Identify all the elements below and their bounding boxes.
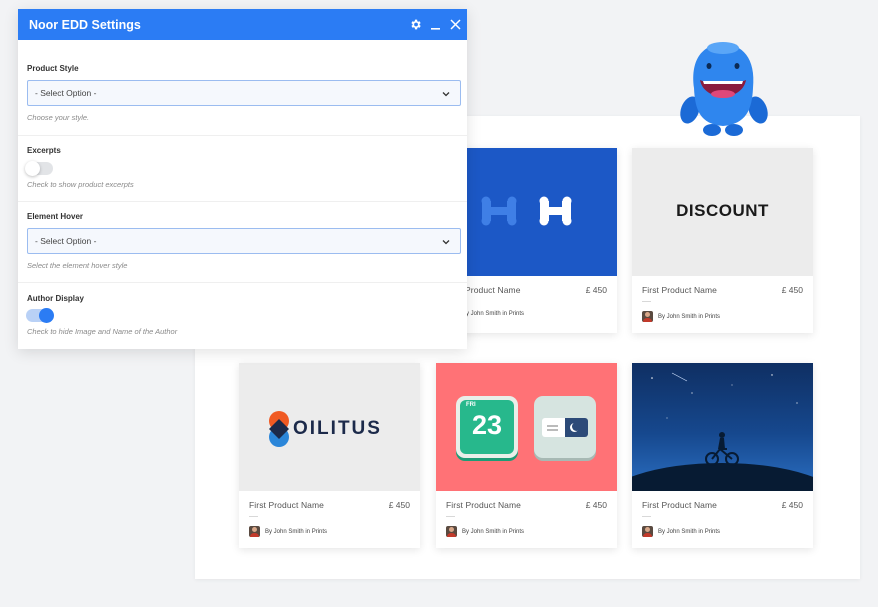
product-style-section: Product Style - Select Option - Choose y… (18, 40, 467, 136)
divider (642, 301, 651, 302)
author-display-section: Author Display Check to hide Image and N… (18, 283, 467, 349)
excerpts-toggle[interactable] (25, 161, 53, 176)
product-style-select-value: - Select Option - (35, 88, 97, 98)
product-card[interactable]: FRI 23 First Product Name £ 450 By John … (436, 363, 617, 548)
element-hover-select[interactable]: - Select Option - (27, 228, 461, 254)
author-display-label: Author Display (27, 294, 84, 303)
settings-titlebar[interactable]: Noor EDD Settings (18, 9, 467, 40)
product-style-select[interactable]: - Select Option - (27, 80, 461, 106)
product-card[interactable]: First Product Name £ 450 By John Smith i… (632, 363, 813, 548)
settings-title: Noor EDD Settings (29, 17, 141, 32)
product-price: £ 450 (585, 500, 607, 510)
product-author[interactable]: By John Smith in Prints (462, 529, 524, 535)
element-hover-help: Select the element hover style (27, 261, 128, 270)
product-thumbnail[interactable]: DISCOUNT (632, 148, 813, 276)
product-author[interactable]: By John Smith in Prints (265, 529, 327, 535)
night-cyclist-image (632, 372, 813, 491)
product-style-label: Product Style (27, 64, 79, 73)
oilitus-logo: OILITUS (293, 418, 382, 439)
product-name[interactable]: Product Name (465, 285, 521, 295)
author-avatar (642, 311, 653, 322)
element-hover-select-value: - Select Option - (35, 236, 97, 246)
product-name[interactable]: First Product Name (249, 500, 324, 510)
author-avatar (249, 526, 260, 537)
product-style-help: Choose your style. (27, 113, 90, 122)
product-thumbnail[interactable]: FRI 23 (436, 363, 617, 491)
author-display-toggle[interactable] (26, 308, 54, 323)
mascot-illustration (680, 42, 768, 136)
product-price: £ 450 (781, 500, 803, 510)
element-hover-section: Element Hover - Select Option - Select t… (18, 202, 467, 283)
excerpts-label: Excerpts (27, 146, 61, 155)
product-name[interactable]: First Product Name (446, 500, 521, 510)
author-avatar (642, 526, 653, 537)
divider (249, 516, 258, 517)
product-thumbnail[interactable] (632, 363, 813, 491)
excerpts-section: Excerpts Check to show product excerpts (18, 136, 467, 202)
divider (446, 516, 455, 517)
gear-icon[interactable] (408, 17, 422, 31)
product-name[interactable]: First Product Name (642, 500, 717, 510)
product-author[interactable]: By John Smith in Prints (658, 529, 720, 535)
product-thumbnail[interactable]: OILITUS (239, 363, 420, 491)
element-hover-label: Element Hover (27, 212, 84, 221)
excerpts-help: Check to show product excerpts (27, 180, 134, 189)
product-price: £ 450 (781, 285, 803, 295)
author-display-help: Check to hide Image and Name of the Auth… (27, 327, 178, 336)
toggle-knob (25, 161, 40, 176)
product-price: £ 450 (388, 500, 410, 510)
product-card[interactable]: DISCOUNT First Product Name £ 450 By Joh… (632, 148, 813, 333)
close-icon[interactable] (448, 17, 462, 31)
toggle-knob (39, 308, 54, 323)
weather-app-icon (534, 396, 596, 458)
calendar-date: 23 (471, 410, 503, 440)
product-card[interactable]: OILITUS First Product Name £ 450 By John… (239, 363, 420, 548)
divider (642, 516, 651, 517)
calendar-day: FRI (466, 402, 476, 408)
product-author[interactable]: By John Smith in Prints (462, 311, 524, 317)
product-price: £ 450 (585, 285, 607, 295)
product-name[interactable]: First Product Name (642, 285, 717, 295)
settings-panel: Noor EDD Settings Product Style - Select… (18, 9, 467, 349)
chevron-down-icon (442, 240, 450, 245)
product-author[interactable]: By John Smith in Prints (658, 314, 720, 320)
chevron-down-icon (442, 92, 450, 97)
minimize-icon[interactable] (428, 17, 442, 31)
author-avatar (446, 526, 457, 537)
calendar-app-icon: FRI 23 (456, 396, 518, 458)
discount-logo: DISCOUNT (676, 201, 769, 220)
